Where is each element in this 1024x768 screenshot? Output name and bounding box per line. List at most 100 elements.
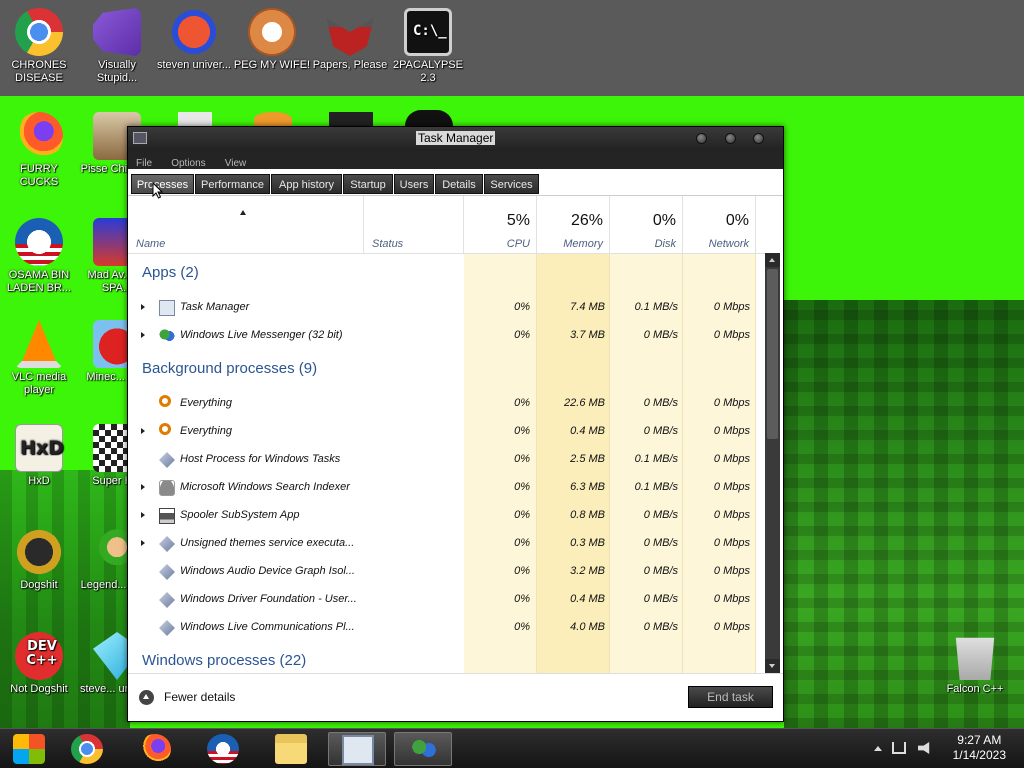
desktop-icon-papers-please[interactable]: Papers, Please xyxy=(311,8,389,72)
desktop-icon-osama-bin-laden[interactable]: OSAMA BIN LADEN BR... xyxy=(0,218,78,295)
expand-arrow-icon[interactable] xyxy=(141,512,145,518)
chrome-icon xyxy=(15,8,63,56)
taskbar-firefox[interactable] xyxy=(126,732,184,766)
firefox-icon xyxy=(139,734,171,764)
show-hidden-icons-icon[interactable] xyxy=(874,746,882,751)
process-icon xyxy=(159,620,175,636)
desktop-icon-label: Dogshit xyxy=(20,579,58,591)
table-row[interactable]: Spooler SubSystem App 0% 0.8 MB 0 MB/s 0… xyxy=(128,502,756,530)
process-memory: 0.4 MB xyxy=(570,425,605,437)
mouse-cursor-icon xyxy=(152,181,164,200)
column-header-cpu[interactable]: 5% CPU xyxy=(464,196,537,253)
tab-details[interactable]: Details xyxy=(435,174,483,194)
tab-performance[interactable]: Performance xyxy=(195,174,270,194)
desktop-icon-2pacalypse[interactable]: C:\_ 2PACALYPSE 2.3 xyxy=(389,8,467,85)
firefox-icon xyxy=(15,112,63,160)
taskbar-task-manager[interactable] xyxy=(328,732,386,766)
sort-arrow-icon xyxy=(240,210,246,215)
chevron-up-icon[interactable] xyxy=(139,690,154,705)
column-header-memory[interactable]: 26% Memory xyxy=(537,196,610,253)
process-name: Microsoft Windows Search Indexer xyxy=(180,481,350,493)
end-task-button[interactable]: End task xyxy=(688,686,773,708)
start-button[interactable] xyxy=(0,732,58,766)
desktop-icon-label: OSAMA BIN LADEN BR... xyxy=(6,269,72,294)
process-cpu: 0% xyxy=(514,565,530,577)
minimize-button[interactable] xyxy=(696,133,707,144)
expand-arrow-icon[interactable] xyxy=(141,540,145,546)
column-header-disk[interactable]: 0% Disk xyxy=(610,196,683,253)
process-name: Everything xyxy=(180,397,232,409)
scroll-up-button[interactable] xyxy=(765,253,780,267)
table-row[interactable]: Everything 0% 0.4 MB 0 MB/s 0 Mbps xyxy=(128,418,756,446)
vertical-scrollbar[interactable] xyxy=(765,253,780,673)
tab-startup[interactable]: Startup xyxy=(343,174,393,194)
column-header-network[interactable]: 0% Network xyxy=(683,196,756,253)
desktop-icon-vlc[interactable]: VLC media player xyxy=(0,320,78,397)
process-name: Windows Live Messenger (32 bit) xyxy=(180,329,343,341)
table-row[interactable]: Windows Live Communications Pl... 0% 4.0… xyxy=(128,614,756,642)
column-label: Network xyxy=(708,238,749,250)
table-row[interactable]: Windows Audio Device Graph Isol... 0% 3.… xyxy=(128,558,756,586)
expand-arrow-icon[interactable] xyxy=(141,332,145,338)
tab-users[interactable]: Users xyxy=(394,174,434,194)
table-row[interactable]: Microsoft Windows Search Indexer 0% 6.3 … xyxy=(128,474,756,502)
task-manager-window[interactable]: Task Manager File Options View Processes… xyxy=(127,126,784,722)
taskbar-obama[interactable] xyxy=(194,732,252,766)
papers-please-icon xyxy=(326,17,374,56)
network-icon[interactable] xyxy=(892,742,906,754)
process-cpu: 0% xyxy=(514,481,530,493)
volume-icon[interactable] xyxy=(918,742,930,754)
desktop-icon-dogshit[interactable]: Dogshit xyxy=(0,528,78,592)
taskbar-chrome[interactable] xyxy=(58,732,116,766)
process-disk: 0 MB/s xyxy=(643,537,678,549)
cpp-icon xyxy=(15,528,63,576)
taskbar-messenger[interactable] xyxy=(394,732,452,766)
process-cpu: 0% xyxy=(514,329,530,341)
table-row[interactable]: Host Process for Windows Tasks 0% 2.5 MB… xyxy=(128,446,756,474)
process-network: 0 Mbps xyxy=(713,565,750,577)
title-bar[interactable]: Task Manager xyxy=(128,127,783,151)
table-row[interactable]: Windows Live Messenger (32 bit) 0% 3.7 M… xyxy=(128,322,756,350)
column-header-status[interactable]: Status xyxy=(364,196,464,253)
column-header-name[interactable]: Name xyxy=(128,196,364,253)
group-header-apps[interactable]: Apps (2) xyxy=(128,254,756,294)
desktop-icon-hxd[interactable]: HxD HxD xyxy=(0,424,78,488)
tab-services[interactable]: Services xyxy=(484,174,539,194)
desktop-icon-label: Visually Stupid... xyxy=(96,59,138,84)
scroll-down-button[interactable] xyxy=(765,659,780,673)
taskbar-file-explorer[interactable] xyxy=(262,732,320,766)
devcpp-icon-text: DEV C++ xyxy=(26,639,58,668)
scroll-thumb[interactable] xyxy=(767,269,778,439)
table-row[interactable]: Everything 0% 22.6 MB 0 MB/s 0 Mbps xyxy=(128,390,756,418)
group-label: Apps (2) xyxy=(142,264,199,281)
process-name: Host Process for Windows Tasks xyxy=(180,453,341,465)
desktop-icon-peg-my-wife[interactable]: PEG MY WIFE! xyxy=(233,8,311,72)
table-row[interactable]: Windows Driver Foundation - User... 0% 0… xyxy=(128,586,756,614)
maximize-button[interactable] xyxy=(725,133,736,144)
desktop-icon-not-dogshit[interactable]: DEV C++ Not Dogshit xyxy=(0,632,78,696)
recycle-bin-icon xyxy=(955,637,995,680)
table-row[interactable]: Unsigned themes service executa... 0% 0.… xyxy=(128,530,756,558)
clock[interactable]: 9:27 AM 1/14/2023 xyxy=(953,733,1006,763)
desktop-icon-chrones-disease[interactable]: CHRONES DISEASE xyxy=(0,8,78,85)
desktop-icon-label: VLC media player xyxy=(11,371,67,396)
tab-app-history[interactable]: App history xyxy=(271,174,342,194)
fewer-details-link[interactable]: Fewer details xyxy=(164,690,235,704)
expand-arrow-icon[interactable] xyxy=(141,484,145,490)
group-header-windows-processes[interactable]: Windows processes (22) xyxy=(128,642,756,673)
table-row[interactable]: Task Manager 0% 7.4 MB 0.1 MB/s 0 Mbps xyxy=(128,294,756,322)
expand-arrow-icon[interactable] xyxy=(141,304,145,310)
desktop-icon-steven-universe[interactable]: steven univer... xyxy=(155,8,233,72)
desktop-icon-furry-cucks[interactable]: FURRY CUCKS xyxy=(0,112,78,189)
desktop-icon-visually-stupid[interactable]: Visually Stupid... xyxy=(78,8,156,85)
group-header-background-processes[interactable]: Background processes (9) xyxy=(128,350,756,390)
expand-arrow-icon[interactable] xyxy=(141,428,145,434)
close-button[interactable] xyxy=(753,133,764,144)
desktop-icon-falcon-cpp[interactable]: Falcon C++ xyxy=(936,632,1014,696)
messenger-icon xyxy=(408,735,440,765)
process-cpu: 0% xyxy=(514,425,530,437)
process-disk: 0 MB/s xyxy=(643,425,678,437)
process-name: Unsigned themes service executa... xyxy=(180,537,355,549)
process-cpu: 0% xyxy=(514,453,530,465)
system-tray: 9:27 AM 1/14/2023 xyxy=(868,729,1024,768)
